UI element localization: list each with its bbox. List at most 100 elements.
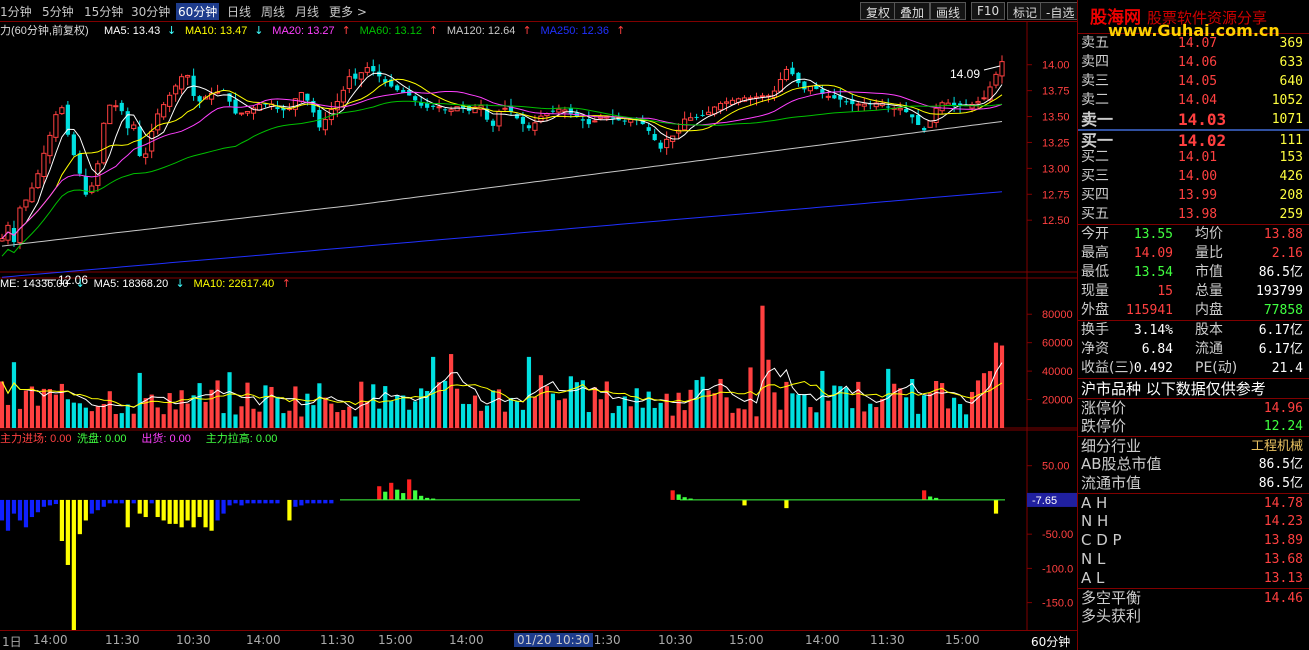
volume-bar — [287, 410, 292, 428]
level-row: N H 14.23 — [1078, 512, 1309, 531]
order-row[interactable]: 卖五 14.07 369 — [1078, 34, 1309, 53]
f10-button[interactable]: F10 — [971, 2, 1006, 20]
candle-body — [586, 119, 591, 125]
volume-bar — [35, 405, 41, 428]
indicator-bar — [101, 499, 106, 507]
order-row[interactable]: 卖四 14.06 633 — [1078, 53, 1309, 72]
watchlist-button[interactable]: -自选 — [1040, 2, 1081, 20]
kline-chart[interactable]: 14.0912.0614.0013.7513.5013.2513.0012.75… — [0, 22, 1077, 630]
tab-5min[interactable]: 5分钟 — [42, 3, 74, 20]
order-price: 14.04 — [1178, 93, 1218, 108]
candle-body — [305, 93, 310, 101]
quote-value: 15 — [1157, 284, 1173, 299]
quote-label: 总量 — [1195, 283, 1223, 299]
draw-line-button[interactable]: 画线 — [930, 2, 967, 20]
industry-row-label: 细分行业 — [1081, 437, 1142, 455]
volume-bar — [89, 411, 94, 428]
tab-more[interactable]: 更多 > — [329, 3, 367, 20]
candle-body — [861, 103, 867, 107]
volume-bar — [981, 373, 987, 428]
volume-bar — [766, 359, 771, 428]
order-row[interactable]: 卖一 14.03 1071 — [1078, 110, 1309, 129]
volume-bar — [946, 408, 951, 428]
candle-body — [562, 109, 568, 113]
limit-row: 跌停价 12.24 — [1078, 417, 1309, 436]
volume-bar — [173, 409, 178, 428]
volume-bar — [652, 407, 657, 428]
indicator-bar — [395, 489, 400, 500]
order-price: 14.01 — [1178, 150, 1218, 165]
tab-daily[interactable]: 日线 — [227, 3, 251, 20]
indicator-bar — [41, 499, 47, 507]
order-row[interactable]: 卖二 14.04 1052 — [1078, 91, 1309, 110]
candle-body — [502, 107, 508, 110]
volume-bar — [502, 411, 508, 428]
indicator-bar — [53, 499, 58, 505]
volume-bar — [215, 380, 220, 428]
volume-bar — [550, 393, 555, 428]
volume-bar — [682, 410, 687, 428]
candle-body — [927, 120, 933, 128]
volume-bar — [856, 381, 861, 428]
quote-label: 内盘 — [1195, 302, 1223, 318]
candle-body — [113, 105, 119, 108]
volume-bar — [922, 395, 927, 428]
volume-bar — [951, 397, 957, 428]
volume-bar — [365, 401, 370, 428]
level-row: C D P 13.89 — [1078, 531, 1309, 550]
indicator-bar — [209, 499, 214, 531]
quote-value: 21.4 — [1271, 361, 1303, 376]
cursor-time: 01/20 10:30 — [514, 633, 593, 647]
candle-body — [23, 199, 29, 208]
candle-body — [550, 110, 555, 112]
candle-body — [886, 106, 891, 108]
indicator-bar — [143, 499, 148, 518]
order-row[interactable]: 买三 14.00 426 — [1078, 167, 1309, 186]
candle-body — [107, 104, 113, 125]
volume-bar — [904, 397, 909, 428]
volume-bar — [101, 404, 106, 428]
indicator-bar — [83, 499, 88, 521]
indicator-bar — [293, 499, 298, 507]
candle-body — [17, 207, 23, 244]
indicator-bar — [125, 499, 130, 528]
tab-60min[interactable]: 60分钟 — [176, 3, 220, 20]
tab-weekly[interactable]: 周线 — [261, 3, 285, 20]
legend-item: MA5: 18368.20 — [94, 278, 169, 290]
overlay-button[interactable]: 叠加 — [894, 2, 931, 20]
volume-bar — [562, 398, 567, 428]
quote-label: 量比 — [1195, 245, 1223, 261]
order-row[interactable]: 买二 14.01 153 — [1078, 148, 1309, 167]
candle-body — [646, 127, 651, 131]
indicator-bar — [323, 499, 328, 504]
level-row-value: 14.78 — [1263, 496, 1303, 511]
ma250-line — [1, 191, 1003, 278]
time-tick: 15:00 — [945, 633, 980, 647]
tab-30min[interactable]: 30分钟 — [131, 3, 170, 20]
tab-15min[interactable]: 15分钟 — [84, 3, 123, 20]
tab-1min[interactable]: 1分钟 — [0, 3, 32, 20]
volume-bar — [957, 404, 963, 428]
volume-bar — [634, 388, 639, 428]
indicator-bar — [263, 499, 268, 504]
volume-bar — [790, 393, 795, 428]
time-tick: 10:30 — [176, 633, 211, 647]
order-row[interactable]: 卖三 14.05 640 — [1078, 72, 1309, 91]
mark-button[interactable]: 标记 — [1007, 2, 1044, 20]
volume-bar — [113, 414, 118, 428]
candle-body — [783, 68, 790, 81]
order-row[interactable]: 买五 13.98 259 — [1078, 205, 1309, 224]
tab-monthly[interactable]: 月线 — [295, 3, 319, 20]
volume-bar — [862, 411, 867, 428]
volume-bar — [59, 383, 64, 428]
volume-bar — [472, 395, 478, 428]
order-row[interactable]: 买一 14.02 111 — [1078, 129, 1309, 150]
volume-bar — [251, 408, 256, 428]
adjust-button[interactable]: 复权 — [860, 2, 897, 20]
indicator-bar — [203, 499, 208, 528]
quote-value: 6.17亿 — [1258, 342, 1303, 357]
order-row[interactable]: 买四 13.99 208 — [1078, 186, 1309, 205]
limit-row: 涨停价 14.96 — [1078, 398, 1309, 417]
cap-row-label: AB股总市值 — [1081, 455, 1162, 473]
indicator-bar — [77, 499, 82, 535]
